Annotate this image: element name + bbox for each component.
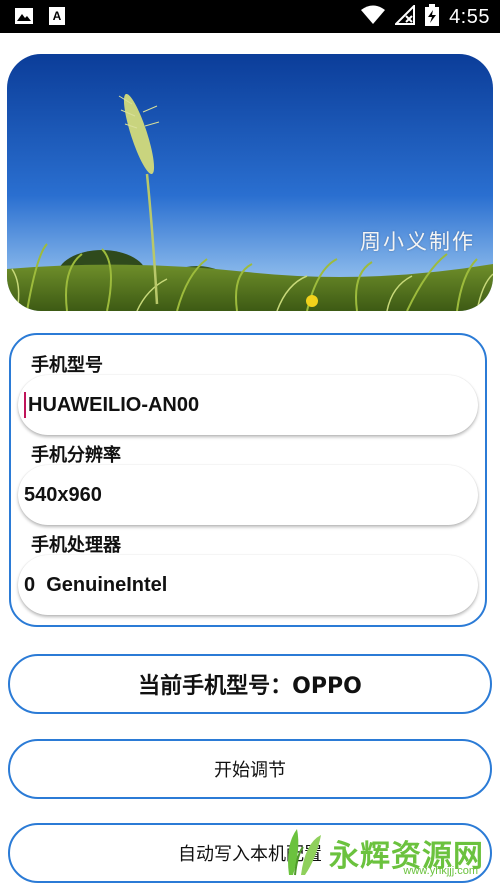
text-caret: [24, 392, 26, 418]
write-config-label: 自动写入本机配置: [178, 844, 322, 865]
model-input[interactable]: HUAWEILIO-AN00: [18, 375, 478, 435]
model-value: HUAWEILIO-AN00: [28, 393, 200, 416]
font-a-icon: A: [48, 6, 66, 30]
device-info-card: 手机型号 HUAWEILIO-AN00 手机分辨率 540x960 手机处理器 …: [9, 333, 487, 627]
write-config-button[interactable]: 自动写入本机配置: [8, 823, 492, 883]
banner-image: 周小义制作: [7, 54, 493, 311]
cpu-input[interactable]: 0 GenuineIntel: [18, 555, 478, 615]
image-icon: [14, 7, 34, 29]
wifi-icon: [361, 5, 386, 29]
resolution-value: 540x960: [24, 483, 102, 506]
current-model-display: 当前手机型号：OPPO: [8, 654, 492, 714]
battery-charging-icon: [425, 4, 440, 30]
svg-text:A: A: [53, 9, 62, 23]
cpu-value: 0 GenuineIntel: [24, 573, 168, 596]
banner-caption: 周小义制作: [360, 230, 475, 254]
current-model-text: 当前手机型号：OPPO: [138, 674, 362, 699]
start-adjust-label: 开始调节: [214, 760, 286, 781]
model-label: 手机型号: [31, 355, 103, 376]
status-time: 4:55: [449, 5, 490, 28]
no-signal-icon: [393, 3, 416, 29]
cpu-label: 手机处理器: [31, 535, 121, 556]
resolution-label: 手机分辨率: [31, 445, 121, 466]
resolution-input[interactable]: 540x960: [18, 465, 478, 525]
status-bar: A 4:55: [0, 0, 500, 33]
start-adjust-button[interactable]: 开始调节: [8, 739, 492, 799]
